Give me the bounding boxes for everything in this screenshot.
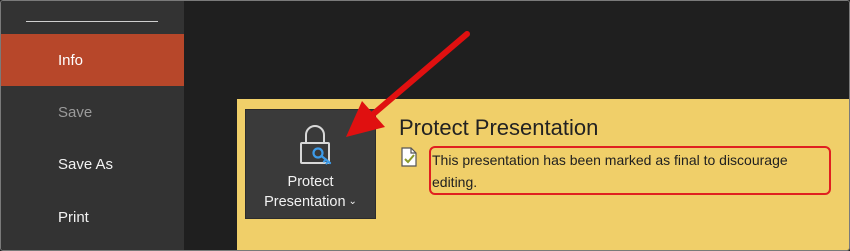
section-title: Protect Presentation [399,115,599,140]
protect-presentation-button[interactable]: Protect Presentation ⌄ [245,109,376,219]
sidebar-item-label: Print [58,208,89,226]
document-check-icon [401,147,417,167]
callout-highlight-box [429,146,831,195]
backstage-sidebar: Info Save Save As Print [1,1,184,250]
lock-key-icon [300,125,332,165]
chevron-down-icon: ⌄ [348,196,357,207]
sidebar-item-info[interactable]: Info [1,34,184,86]
info-panel: Protect Presentation ⌄ Protect Presentati… [184,1,849,250]
sidebar-item-label: Save [58,103,93,121]
sidebar-item-print[interactable]: Print [1,191,184,243]
sidebar-item-label: Save As [58,155,114,173]
sidebar-item-label: Info [58,51,84,69]
sidebar-divider [26,21,158,22]
sidebar-item-save-as[interactable]: Save As [1,138,184,190]
sidebar-item-save[interactable]: Save [1,86,184,138]
protect-presentation-button-label: Protect Presentation ⌄ [264,174,357,210]
backstage-window: Info Save Save As Print Protect Presenta… [0,0,850,251]
